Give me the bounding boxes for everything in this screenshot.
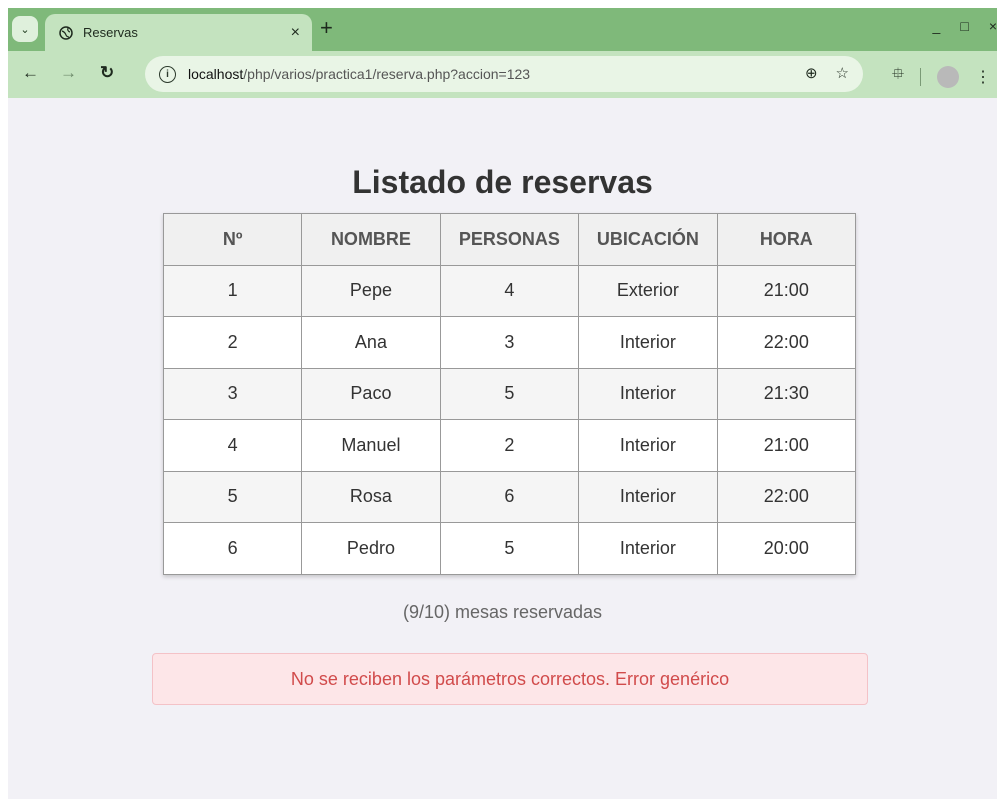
table-cell: Pepe bbox=[301, 264, 441, 317]
reservations-table: Nº NOMBRE PERSONAS UBICACIÓN HORA 1 Pepe… bbox=[162, 213, 857, 575]
bookmark-star-icon[interactable]: ☆ bbox=[836, 64, 849, 82]
table-header-row: Nº NOMBRE PERSONAS UBICACIÓN HORA bbox=[162, 213, 857, 266]
column-header: Nº bbox=[162, 213, 303, 266]
table-cell: 2 bbox=[439, 419, 580, 472]
table-cell: 4 bbox=[439, 264, 580, 317]
table-cell: Rosa bbox=[301, 470, 441, 523]
window-close-button[interactable]: × bbox=[989, 18, 997, 34]
table-cell: Interior bbox=[578, 470, 718, 523]
table-cell: 21:00 bbox=[716, 264, 857, 317]
reservation-count: (9/10) mesas reservadas bbox=[402, 602, 603, 622]
table-cell: Exterior bbox=[578, 264, 718, 317]
table-cell: 2 bbox=[162, 316, 303, 369]
table-cell: 3 bbox=[439, 316, 580, 369]
globe-icon bbox=[59, 25, 73, 40]
table-row: 4 Manuel 2 Interior 21:00 bbox=[162, 419, 857, 472]
table-row: 3 Paco 5 Interior 21:30 bbox=[162, 367, 857, 420]
table-cell: 5 bbox=[439, 522, 580, 575]
table-cell: Interior bbox=[578, 419, 718, 472]
chevron-down-icon: ⌄ bbox=[20, 23, 30, 36]
url-text[interactable]: localhost/php/varios/practica1/reserva.p… bbox=[188, 66, 530, 82]
tab-strip: ⌄ Reservas × + _ □ × bbox=[8, 8, 997, 51]
reload-icon[interactable]: ↻ bbox=[100, 63, 114, 83]
info-icon[interactable]: i bbox=[159, 65, 176, 83]
back-arrow-icon[interactable]: ← bbox=[22, 63, 39, 83]
table-cell: Pedro bbox=[301, 522, 441, 575]
column-header: UBICACIÓN bbox=[578, 213, 718, 266]
tab-close-icon[interactable]: × bbox=[291, 24, 300, 42]
table-cell: Interior bbox=[578, 316, 718, 369]
table-row: 5 Rosa 6 Interior 22:00 bbox=[162, 470, 857, 523]
table-cell: Interior bbox=[578, 522, 718, 575]
new-tab-button[interactable]: + bbox=[320, 17, 333, 39]
url-path: /php/varios/practica1/reserva.php?accion… bbox=[243, 66, 531, 82]
table-cell: 6 bbox=[439, 470, 580, 523]
table-cell: 5 bbox=[439, 367, 580, 420]
table-cell: Interior bbox=[578, 367, 718, 420]
table-cell: 4 bbox=[162, 419, 303, 472]
column-header: NOMBRE bbox=[301, 213, 441, 266]
table-cell: 21:00 bbox=[716, 419, 857, 472]
table-row: 1 Pepe 4 Exterior 21:00 bbox=[162, 264, 857, 317]
table-cell: 22:00 bbox=[716, 316, 857, 369]
table-cell: Manuel bbox=[301, 419, 441, 472]
tab-search-button[interactable]: ⌄ bbox=[12, 16, 38, 42]
maximize-button[interactable]: □ bbox=[960, 18, 968, 34]
table-cell: Paco bbox=[301, 367, 441, 420]
table-cell: 20:00 bbox=[716, 522, 857, 575]
zoom-icon[interactable]: ⊕ bbox=[805, 64, 818, 82]
extensions-icon[interactable]: ⯐ bbox=[892, 63, 904, 90]
column-header: PERSONAS bbox=[439, 213, 580, 266]
table-cell: 22:00 bbox=[716, 470, 857, 523]
browser-toolbar: ← → ↻ i localhost/php/varios/practica1/r… bbox=[8, 51, 997, 98]
table-row: 6 Pedro 5 Interior 20:00 bbox=[162, 522, 857, 575]
table-cell: 1 bbox=[162, 264, 303, 317]
table-cell: 5 bbox=[162, 470, 303, 523]
window-controls: _ □ × bbox=[933, 18, 997, 34]
profile-avatar[interactable] bbox=[937, 65, 959, 88]
table-cell: 3 bbox=[162, 367, 303, 420]
table-row: 2 Ana 3 Interior 22:00 bbox=[162, 316, 857, 369]
table-cell: Ana bbox=[301, 316, 441, 369]
table-cell: 6 bbox=[162, 522, 303, 575]
column-header: HORA bbox=[716, 213, 857, 266]
page-content: Listado de reservas Nº NOMBRE PERSONAS U… bbox=[8, 98, 997, 799]
table-cell: 21:30 bbox=[716, 367, 857, 420]
url-host: localhost bbox=[188, 66, 244, 82]
more-menu-icon[interactable]: ⋮ bbox=[975, 67, 991, 87]
error-message: No se reciben los parámetros correctos. … bbox=[290, 668, 730, 689]
toolbar-divider bbox=[920, 67, 921, 86]
address-bar[interactable]: i localhost/php/varios/practica1/reserva… bbox=[145, 56, 863, 92]
tab-title: Reservas bbox=[83, 25, 138, 40]
forward-arrow-icon[interactable]: → bbox=[60, 63, 77, 83]
page-title: Listado de reservas bbox=[352, 164, 653, 200]
error-alert: No se reciben los parámetros correctos. … bbox=[152, 653, 868, 705]
minimize-button[interactable]: _ bbox=[933, 18, 941, 34]
tab-reservas[interactable]: Reservas × bbox=[45, 14, 312, 51]
